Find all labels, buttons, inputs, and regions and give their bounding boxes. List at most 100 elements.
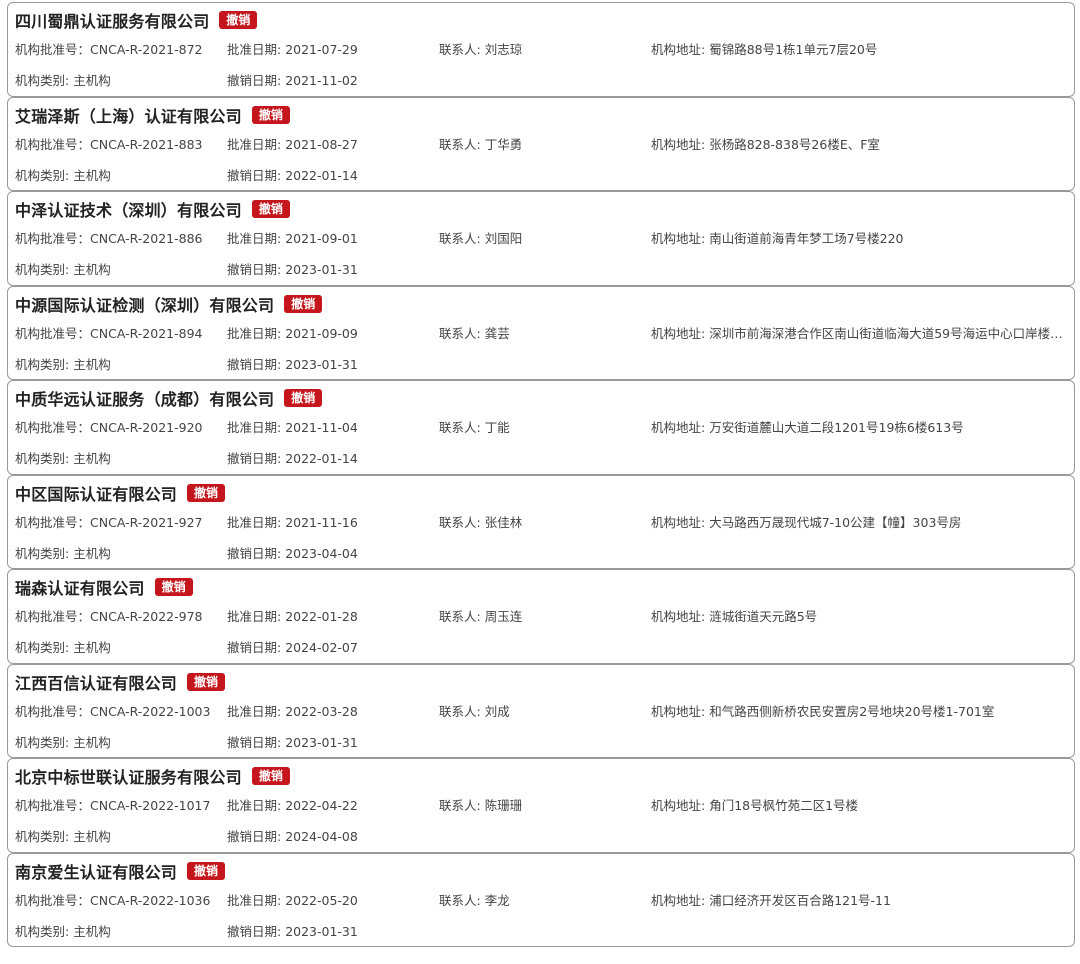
revoke-date-field: 撤销日期: 2023-01-31 — [227, 732, 427, 751]
org-name[interactable]: 南京爱生认证有限公司 — [15, 859, 177, 883]
org-card[interactable]: 江西百信认证有限公司 撤销 机构批准号：CNCA-R-2022-1003 批准日… — [7, 663, 1075, 758]
category-field: 机构类别: 主机构 — [15, 543, 220, 562]
approval-no-field: 机构批准号：CNCA-R-2021-894 — [15, 323, 220, 342]
approval-no-label: 机构批准号： — [15, 231, 91, 246]
org-name[interactable]: 江西百信认证有限公司 — [15, 670, 177, 694]
approval-no-value: CNCA-R-2021-894 — [90, 325, 203, 341]
approval-date-label: 批准日期: — [227, 42, 286, 57]
approval-date-field: 批准日期: 2022-01-28 — [227, 606, 427, 625]
org-name[interactable]: 四川蜀鼎认证服务有限公司 — [15, 8, 209, 32]
org-name[interactable]: 中源国际认证检测（深圳）有限公司 — [15, 292, 274, 316]
address-field: 机构地址: 角门18号枫竹苑二区1号楼 — [651, 795, 1073, 814]
address-value: 蜀锦路88号1栋1单元7层20号 — [709, 42, 878, 57]
org-card[interactable]: 中质华远认证服务（成都）有限公司 撤销 机构批准号：CNCA-R-2021-92… — [7, 380, 1075, 475]
revoke-date-field: 撤销日期: 2023-01-31 — [227, 921, 427, 940]
address-value: 浦口经济开发区百合路121号-11 — [709, 892, 891, 908]
category-label: 机构类别: — [15, 262, 74, 277]
approval-no-field: 机构批准号：CNCA-R-2021-927 — [15, 512, 220, 531]
contact-label: 联系人: — [439, 798, 485, 813]
revoke-date-value: 2023-01-31 — [285, 923, 358, 939]
approval-date-field: 批准日期: 2021-08-27 — [227, 134, 427, 153]
approval-date-field: 批准日期: 2022-05-20 — [227, 890, 427, 909]
category-label: 机构类别: — [15, 923, 74, 939]
address-label: 机构地址: — [651, 231, 710, 246]
org-info-row-1: 机构批准号：CNCA-R-2021-894 批准日期: 2021-09-09 联… — [15, 323, 1070, 341]
approval-no-label: 机构批准号： — [15, 420, 91, 435]
contact-value: 刘志琼 — [484, 42, 523, 57]
revoke-date-field: 撤销日期: 2022-01-14 — [227, 448, 427, 467]
approval-date-label: 批准日期: — [227, 136, 286, 152]
contact-field: 联系人: 刘国阳 — [439, 228, 639, 247]
approval-no-field: 机构批准号：CNCA-R-2022-1003 — [15, 701, 220, 720]
org-title-row: 瑞森认证有限公司 撤销 — [15, 575, 193, 599]
revoke-date-field: 撤销日期: 2024-04-08 — [227, 826, 427, 845]
contact-field: 联系人: 刘志琼 — [439, 39, 639, 58]
category-field: 机构类别: 主机构 — [15, 70, 220, 89]
approval-no-value: CNCA-R-2021-927 — [90, 514, 203, 530]
approval-no-field: 机构批准号：CNCA-R-2021-920 — [15, 417, 220, 436]
approval-date-field: 批准日期: 2021-11-16 — [227, 512, 427, 531]
org-info-row-1: 机构批准号：CNCA-R-2021-872 批准日期: 2021-07-29 联… — [15, 39, 1070, 57]
approval-date-label: 批准日期: — [227, 514, 286, 530]
category-field: 机构类别: 主机构 — [15, 637, 220, 656]
contact-value: 李龙 — [484, 892, 510, 908]
address-value: 大马路西万晟现代城7-10公建【幢】303号房 — [709, 514, 962, 530]
approval-date-value: 2022-04-22 — [285, 798, 358, 813]
approval-date-field: 批准日期: 2021-09-01 — [227, 228, 427, 247]
revoke-date-value: 2022-01-14 — [285, 451, 358, 466]
contact-label: 联系人: — [439, 703, 485, 719]
org-card[interactable]: 南京爱生认证有限公司 撤销 机构批准号：CNCA-R-2022-1036 批准日… — [7, 852, 1075, 947]
status-badge: 撤销 — [251, 200, 290, 218]
approval-no-label: 机构批准号： — [15, 325, 91, 341]
revoke-date-field: 撤销日期: 2021-11-02 — [227, 70, 427, 89]
address-label: 机构地址: — [651, 42, 710, 57]
org-name[interactable]: 北京中标世联认证服务有限公司 — [15, 764, 242, 788]
org-name[interactable]: 中泽认证技术（深圳）有限公司 — [15, 197, 242, 221]
category-label: 机构类别: — [15, 167, 74, 183]
approval-no-field: 机构批准号：CNCA-R-2022-1036 — [15, 890, 220, 909]
org-title-row: 南京爱生认证有限公司 撤销 — [15, 859, 226, 883]
org-card[interactable]: 艾瑞泽斯（上海）认证有限公司 撤销 机构批准号：CNCA-R-2021-883 … — [7, 96, 1075, 191]
org-card[interactable]: 中源国际认证检测（深圳）有限公司 撤销 机构批准号：CNCA-R-2021-89… — [7, 285, 1075, 380]
approval-no-label: 机构批准号： — [15, 42, 91, 57]
category-value: 主机构 — [73, 545, 111, 561]
contact-value: 刘成 — [484, 703, 510, 719]
approval-no-field: 机构批准号：CNCA-R-2021-872 — [15, 39, 220, 58]
revoke-date-field: 撤销日期: 2022-01-14 — [227, 165, 427, 184]
org-card[interactable]: 瑞森认证有限公司 撤销 机构批准号：CNCA-R-2022-978 批准日期: … — [7, 569, 1075, 664]
approval-no-value: CNCA-R-2021-920 — [90, 420, 203, 435]
revoke-date-label: 撤销日期: — [227, 451, 286, 466]
org-name[interactable]: 中质华远认证服务（成都）有限公司 — [15, 386, 274, 410]
org-card[interactable]: 北京中标世联认证服务有限公司 撤销 机构批准号：CNCA-R-2022-1017… — [7, 758, 1075, 853]
status-badge: 撤销 — [251, 105, 290, 124]
category-value: 主机构 — [73, 167, 111, 183]
approval-date-label: 批准日期: — [227, 892, 286, 908]
address-value: 深圳市前海深港合作区南山街道临海大道59号海运中心口岸楼… — [709, 325, 1063, 341]
org-card[interactable]: 中泽认证技术（深圳）有限公司 撤销 机构批准号：CNCA-R-2021-886 … — [7, 191, 1075, 286]
category-value: 主机构 — [73, 640, 111, 655]
revoke-date-value: 2023-01-31 — [285, 356, 358, 372]
org-info-row-2: 机构类别: 主机构 撤销日期: 2024-04-08 — [15, 826, 1070, 844]
approval-date-value: 2021-11-16 — [285, 514, 358, 530]
org-name[interactable]: 艾瑞泽斯（上海）认证有限公司 — [15, 103, 242, 127]
org-title-row: 中源国际认证检测（深圳）有限公司 撤销 — [15, 292, 323, 316]
address-field: 机构地址: 涟城街道天元路5号 — [651, 606, 1073, 625]
address-label: 机构地址: — [651, 325, 710, 341]
revoke-date-label: 撤销日期: — [227, 734, 286, 750]
org-name[interactable]: 瑞森认证有限公司 — [15, 575, 145, 599]
contact-field: 联系人: 丁能 — [439, 417, 639, 436]
address-field: 机构地址: 南山街道前海青年梦工场7号楼220 — [651, 228, 1073, 247]
org-info-row-1: 机构批准号：CNCA-R-2022-1017 批准日期: 2022-04-22 … — [15, 795, 1070, 813]
org-card[interactable]: 四川蜀鼎认证服务有限公司 撤销 机构批准号：CNCA-R-2021-872 批准… — [7, 2, 1075, 97]
revoke-date-label: 撤销日期: — [227, 545, 286, 561]
approval-no-label: 机构批准号： — [15, 136, 91, 152]
status-badge: 撤销 — [187, 861, 226, 880]
category-value: 主机构 — [73, 73, 111, 88]
contact-field: 联系人: 周玉连 — [439, 606, 639, 625]
category-field: 机构类别: 主机构 — [15, 921, 220, 940]
address-value: 涟城街道天元路5号 — [709, 609, 818, 624]
org-card[interactable]: 中区国际认证有限公司 撤销 机构批准号：CNCA-R-2021-927 批准日期… — [7, 474, 1075, 569]
org-name[interactable]: 中区国际认证有限公司 — [15, 481, 177, 505]
address-field: 机构地址: 和气路西侧新桥农民安置房2号地块20号楼1-701室 — [651, 701, 1073, 720]
address-label: 机构地址: — [651, 892, 710, 908]
